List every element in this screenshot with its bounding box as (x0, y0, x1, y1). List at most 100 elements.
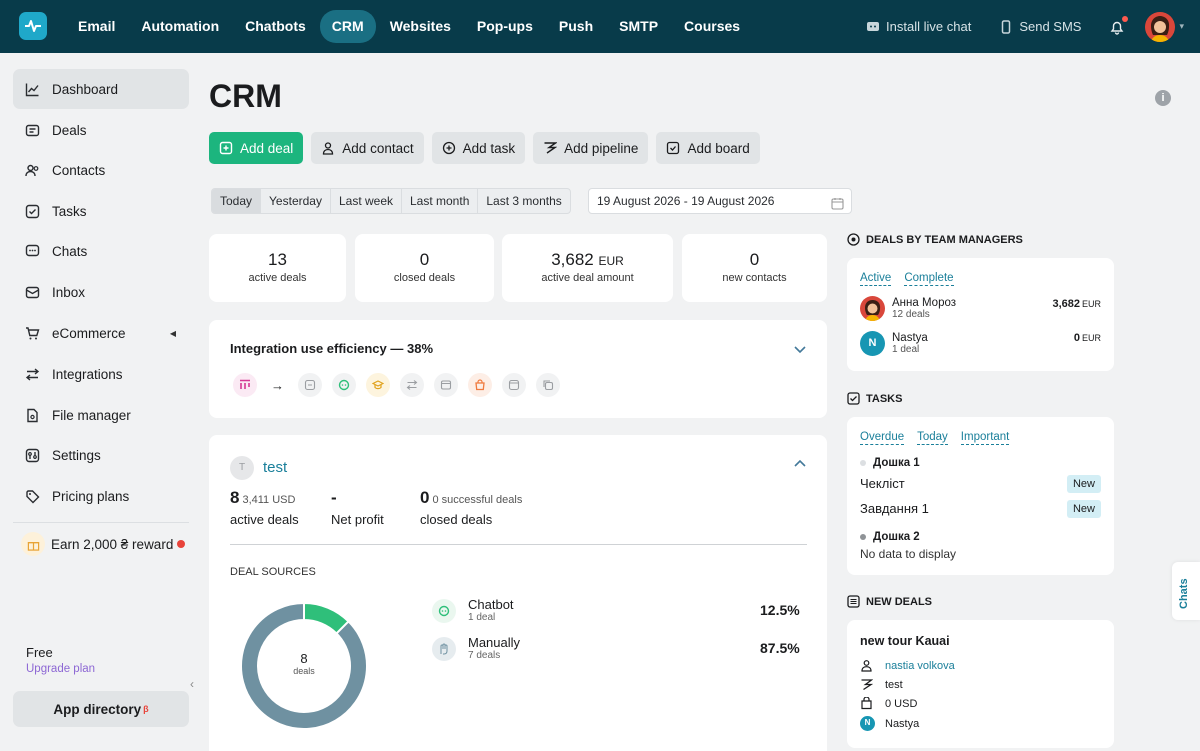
manager-name: Nastya (885, 717, 920, 730)
period-last-month[interactable]: Last month (402, 189, 479, 213)
avatar: N (860, 331, 885, 356)
add-deal-button[interactable]: Add deal (209, 132, 304, 164)
nav-chatbots[interactable]: Chatbots (233, 10, 318, 43)
info-icon[interactable]: i (1155, 90, 1171, 106)
date-range-input[interactable]: 19 August 2026 - 19 August 2026 (588, 188, 852, 214)
new-deal-card[interactable]: new tour Kauai nastia volkova test 0 USD… (847, 620, 1114, 748)
task-item[interactable]: Чекліст (860, 476, 905, 491)
sidebar-item-inbox[interactable]: Inbox (13, 272, 189, 312)
send-sms-label: Send SMS (1019, 19, 1082, 34)
deal-contact: nastia volkova (860, 659, 955, 672)
courses-icon[interactable] (366, 373, 390, 397)
team-managers-card: Active Complete Анна Мороз 12 deals 3,682… (847, 258, 1114, 371)
stat-value: 0 (749, 250, 760, 269)
chevron-down-icon[interactable] (793, 342, 807, 356)
tab-complete[interactable]: Complete (904, 272, 954, 286)
chevron-down-icon[interactable]: ▾ (1179, 21, 1184, 32)
period-last-week[interactable]: Last week (331, 189, 402, 213)
popup-icon[interactable] (434, 373, 458, 397)
chats-side-tab[interactable]: Chats (1172, 562, 1200, 620)
tab-today[interactable]: Today (917, 431, 948, 445)
website-icon[interactable] (502, 373, 526, 397)
source-percent: 12.5% (760, 602, 800, 618)
tab-overdue[interactable]: Overdue (860, 431, 905, 445)
calendar-icon[interactable] (831, 194, 844, 210)
nav-popups[interactable]: Pop-ups (465, 10, 545, 43)
task-item[interactable]: Завдання 1 (860, 501, 929, 516)
chevron-up-icon[interactable] (793, 457, 807, 471)
manager-deals: 12 deals (892, 309, 930, 320)
integrations-arrows-icon[interactable] (400, 373, 424, 397)
install-live-chat-label: Install live chat (886, 19, 972, 34)
deal-amount: 0 USD (860, 697, 917, 710)
collapse-sidebar-icon[interactable]: ‹ (190, 677, 194, 691)
pipeline-name-link[interactable]: test (263, 459, 287, 476)
nav-email[interactable]: Email (66, 10, 127, 43)
sidebar-item-ecommerce[interactable]: eCommerce ◀ (13, 313, 189, 353)
copy-icon[interactable] (536, 373, 560, 397)
sidebar-item-integrations[interactable]: Integrations (13, 354, 189, 394)
file-icon (25, 408, 40, 423)
sidebar-item-pricing-plans[interactable]: Pricing plans (13, 476, 189, 516)
manager-row[interactable]: N Nastya 1 deal (860, 331, 928, 356)
user-avatar[interactable] (1145, 11, 1176, 42)
add-pipeline-button[interactable]: Add pipeline (533, 132, 649, 164)
add-task-button[interactable]: Add task (431, 132, 526, 164)
stat-unit: EUR (598, 254, 624, 268)
tab-active[interactable]: Active (860, 272, 892, 286)
period-today[interactable]: Today (212, 189, 262, 213)
tab-important[interactable]: Important (960, 431, 1010, 445)
team-managers-header: DEALS BY TEAM MANAGERS (847, 233, 1023, 246)
ecommerce-bag-icon[interactable] (468, 373, 492, 397)
source-count: 1 deal (468, 612, 496, 623)
sidebar-item-tasks[interactable]: Tasks (13, 191, 189, 231)
form-icon[interactable] (298, 373, 322, 397)
chatbot-icon (432, 599, 456, 623)
sidebar-item-chats[interactable]: Chats (13, 231, 189, 271)
sidebar-item-file-manager[interactable]: File manager (13, 395, 189, 435)
target-icon (847, 233, 860, 246)
upgrade-plan-link[interactable]: Upgrade plan (26, 663, 95, 675)
sidebar-item-deals[interactable]: Deals (13, 110, 189, 150)
add-contact-button[interactable]: Add contact (311, 132, 424, 164)
nav-automation[interactable]: Automation (129, 10, 231, 43)
stat-value: 3,682 (551, 250, 594, 269)
amount-unit: EUR (1081, 299, 1101, 309)
notification-dot (1122, 15, 1129, 22)
add-contact-label: Add contact (342, 140, 414, 156)
send-sms-link[interactable]: Send SMS (999, 19, 1081, 34)
chatbot-icon[interactable] (332, 373, 356, 397)
contact-link[interactable]: nastia volkova (885, 660, 955, 672)
board-name: Дошка 1 (873, 457, 920, 469)
nav-websites[interactable]: Websites (378, 10, 463, 43)
install-live-chat-link[interactable]: Install live chat (866, 19, 971, 34)
sidebar-item-settings[interactable]: Settings (13, 435, 189, 475)
sidebar-item-label: Tasks (52, 203, 87, 219)
crm-icon[interactable] (233, 373, 257, 397)
nav-smtp[interactable]: SMTP (607, 10, 670, 43)
person-icon (321, 141, 335, 155)
add-board-label: Add board (687, 140, 750, 156)
nav-courses[interactable]: Courses (672, 10, 752, 43)
nav-push[interactable]: Push (547, 10, 605, 43)
app-directory-button[interactable]: App directory β (13, 691, 189, 727)
new-deals-title: NEW DEALS (866, 595, 932, 608)
period-last-3-months[interactable]: Last 3 months (478, 189, 569, 213)
tasks-icon (847, 392, 860, 405)
earn-reward-link[interactable]: Earn 2,000 ₴ reward (21, 532, 186, 556)
logo-icon[interactable] (19, 12, 47, 40)
nav-crm[interactable]: CRM (319, 10, 376, 43)
sidebar-item-label: eCommerce (52, 325, 126, 341)
period-yesterday[interactable]: Yesterday (261, 189, 331, 213)
tasks-icon (25, 204, 40, 219)
top-navigation: Email Automation Chatbots CRM Websites P… (0, 0, 1200, 53)
page-title: CRM (209, 78, 282, 114)
deal-title[interactable]: new tour Kauai (860, 634, 950, 648)
caret-left-icon[interactable]: ◀ (170, 329, 176, 338)
stat-new-contacts: 0 new contacts (682, 234, 827, 302)
notifications-bell-icon[interactable] (1109, 15, 1129, 35)
sidebar-item-contacts[interactable]: Contacts (13, 150, 189, 190)
sidebar-item-dashboard[interactable]: Dashboard (13, 69, 189, 109)
add-board-button[interactable]: Add board (656, 132, 760, 164)
manager-row[interactable]: Анна Мороз 12 deals (860, 296, 956, 321)
